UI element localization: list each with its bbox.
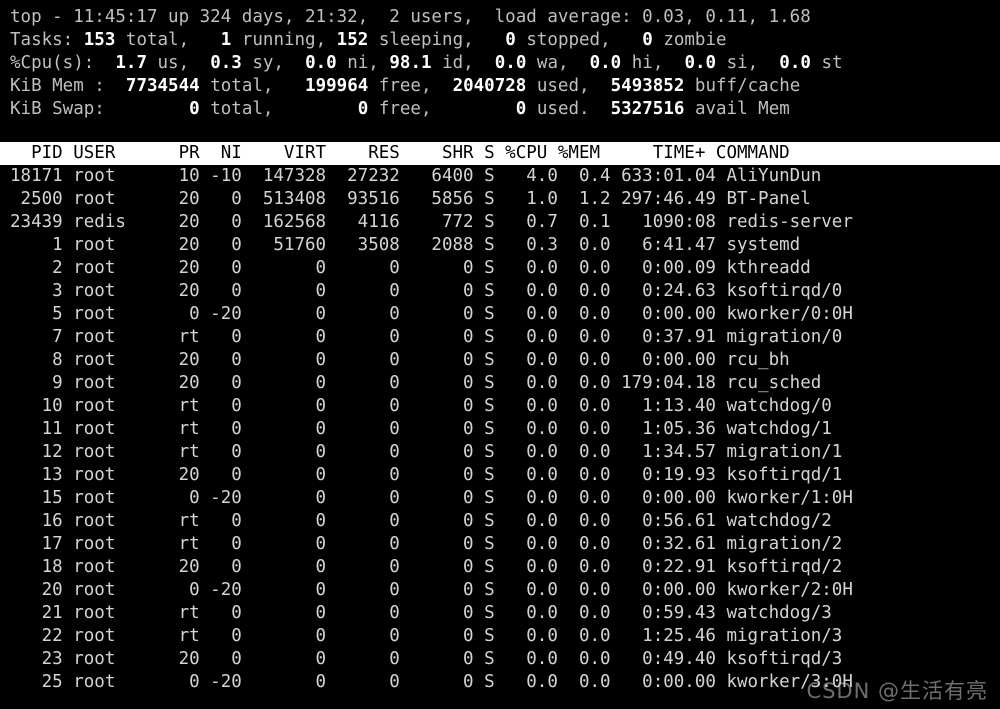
table-row[interactable]: 23 root 20 0 0 0 0 S 0.0 0.0 0:49.40 kso… (0, 648, 1000, 671)
uptime-line-text: top - 11:45:17 up 324 days, 21:32, 2 use… (10, 7, 811, 27)
mem-buff-value: 5493852 (610, 76, 685, 96)
table-row[interactable]: 18171 root 10 -10 147328 27232 6400 S 4.… (0, 165, 1000, 188)
mem-used-label: used, (526, 76, 590, 96)
mem-buff-label: buff/cache (684, 76, 801, 96)
table-row[interactable]: 15 root 0 -20 0 0 0 S 0.0 0.0 0:00.00 kw… (0, 487, 1000, 510)
mem-free-label: free, (368, 76, 432, 96)
table-row[interactable]: 5 root 0 -20 0 0 0 S 0.0 0.0 0:00.00 kwo… (0, 303, 1000, 326)
swap-free-label: free, (368, 99, 432, 119)
table-row[interactable]: 22 root rt 0 0 0 0 S 0.0 0.0 1:25.46 mig… (0, 625, 1000, 648)
swap-used-value: 0 (515, 99, 527, 119)
cpu-wa-value: 0.0 (494, 53, 527, 73)
table-row[interactable]: 12 root rt 0 0 0 0 S 0.0 0.0 1:34.57 mig… (0, 441, 1000, 464)
swap-used-label: used. (526, 99, 590, 119)
mem-total-value: 7734544 (125, 76, 200, 96)
mem-label: KiB Mem : (10, 76, 105, 96)
cpu-st-value: 0.0 (779, 53, 811, 73)
swap-free-value: 0 (357, 99, 369, 119)
table-row[interactable]: 18 root 20 0 0 0 0 S 0.0 0.0 0:22.91 kso… (0, 556, 1000, 579)
table-row[interactable]: 8 root 20 0 0 0 0 S 0.0 0.0 0:00.00 rcu_… (0, 349, 1000, 372)
tasks-sleeping-value: 152 (336, 30, 369, 50)
swap-label: KiB Swap: (10, 99, 105, 119)
cpu-hi-value: 0.0 (589, 53, 622, 73)
swap-avail-label: avail Mem (684, 99, 790, 119)
table-row[interactable]: 1 root 20 0 51760 3508 2088 S 0.3 0.0 6:… (0, 234, 1000, 257)
table-row[interactable]: 10 root rt 0 0 0 0 S 0.0 0.0 1:13.40 wat… (0, 395, 1000, 418)
table-row[interactable]: 17 root rt 0 0 0 0 S 0.0 0.0 0:32.61 mig… (0, 533, 1000, 556)
tasks-stopped-value: 0 (505, 30, 516, 50)
tasks-zombie-label: zombie (652, 30, 727, 50)
tasks-stopped-label: stopped, (515, 30, 611, 50)
swap-line: KiB Swap: 0 total, 0 free, 0 used. 53275… (0, 98, 1000, 121)
cpu-line: %Cpu(s): 1.7 us, 0.3 sy, 0.0 ni, 98.1 id… (0, 52, 1000, 75)
cpu-us-label: us, (146, 53, 190, 73)
table-row[interactable]: 16 root rt 0 0 0 0 S 0.0 0.0 0:56.61 wat… (0, 510, 1000, 533)
table-row[interactable]: 25 root 0 -20 0 0 0 S 0.0 0.0 0:00.00 kw… (0, 671, 1000, 694)
tasks-total-value: 153 (83, 30, 116, 50)
swap-total-value: 0 (189, 99, 200, 119)
cpu-sy-label: sy, (241, 53, 284, 73)
table-row[interactable]: 3 root 20 0 0 0 0 S 0.0 0.0 0:24.63 ksof… (0, 280, 1000, 303)
table-row[interactable]: 2 root 20 0 0 0 0 S 0.0 0.0 0:00.09 kthr… (0, 257, 1000, 280)
table-row[interactable]: 7 root rt 0 0 0 0 S 0.0 0.0 0:37.91 migr… (0, 326, 1000, 349)
cpu-sy-value: 0.3 (210, 53, 242, 73)
tasks-label: Tasks: (10, 30, 74, 50)
mem-line: KiB Mem : 7734544 total, 199964 free, 20… (0, 75, 1000, 98)
cpu-wa-label: wa, (526, 53, 569, 73)
tasks-running-value: 1 (220, 30, 232, 50)
cpu-si-label: si, (716, 53, 759, 73)
tasks-total-label: total, (115, 30, 190, 50)
summary-table-spacer (0, 121, 1000, 142)
cpu-si-value: 0.0 (684, 53, 717, 73)
mem-total-label: total, (199, 76, 274, 96)
process-table-body: 18171 root 10 -10 147328 27232 6400 S 4.… (0, 165, 1000, 694)
top-summary-block: top - 11:45:17 up 324 days, 21:32, 2 use… (0, 6, 1000, 121)
terminal-window: top - 11:45:17 up 324 days, 21:32, 2 use… (0, 0, 1000, 709)
table-row[interactable]: 21 root rt 0 0 0 0 S 0.0 0.0 0:59.43 wat… (0, 602, 1000, 625)
cpu-us-value: 1.7 (115, 53, 147, 73)
tasks-sleeping-label: sleeping, (368, 30, 474, 50)
cpu-ni-value: 0.0 (305, 53, 337, 73)
table-row[interactable]: 9 root 20 0 0 0 0 S 0.0 0.0 179:04.18 rc… (0, 372, 1000, 395)
cpu-id-label: id, (431, 53, 474, 73)
cpu-hi-label: hi, (621, 53, 664, 73)
swap-total-label: total, (199, 99, 274, 119)
swap-avail-value: 5327516 (610, 99, 685, 119)
cpu-id-value: 98.1 (389, 53, 432, 73)
table-row[interactable]: 2500 root 20 0 513408 93516 5856 S 1.0 1… (0, 188, 1000, 211)
mem-used-value: 2040728 (452, 76, 527, 96)
tasks-zombie-value: 0 (642, 30, 653, 50)
tasks-line: Tasks: 153 total, 1 running, 152 sleepin… (0, 29, 1000, 52)
table-row[interactable]: 20 root 0 -20 0 0 0 S 0.0 0.0 0:00.00 kw… (0, 579, 1000, 602)
cpu-st-label: st (810, 53, 843, 73)
cpu-ni-label: ni, (336, 53, 379, 73)
table-row[interactable]: 13 root 20 0 0 0 0 S 0.0 0.0 0:19.93 kso… (0, 464, 1000, 487)
uptime-line: top - 11:45:17 up 324 days, 21:32, 2 use… (0, 6, 1000, 29)
table-row[interactable]: 23439 redis 20 0 162568 4116 772 S 0.7 0… (0, 211, 1000, 234)
tasks-running-label: running, (231, 30, 327, 50)
mem-free-value: 199964 (305, 76, 369, 96)
process-table-header[interactable]: PID USER PR NI VIRT RES SHR S %CPU %MEM … (0, 142, 1000, 165)
table-row[interactable]: 11 root rt 0 0 0 0 S 0.0 0.0 1:05.36 wat… (0, 418, 1000, 441)
cpu-label: %Cpu(s): (10, 53, 95, 73)
